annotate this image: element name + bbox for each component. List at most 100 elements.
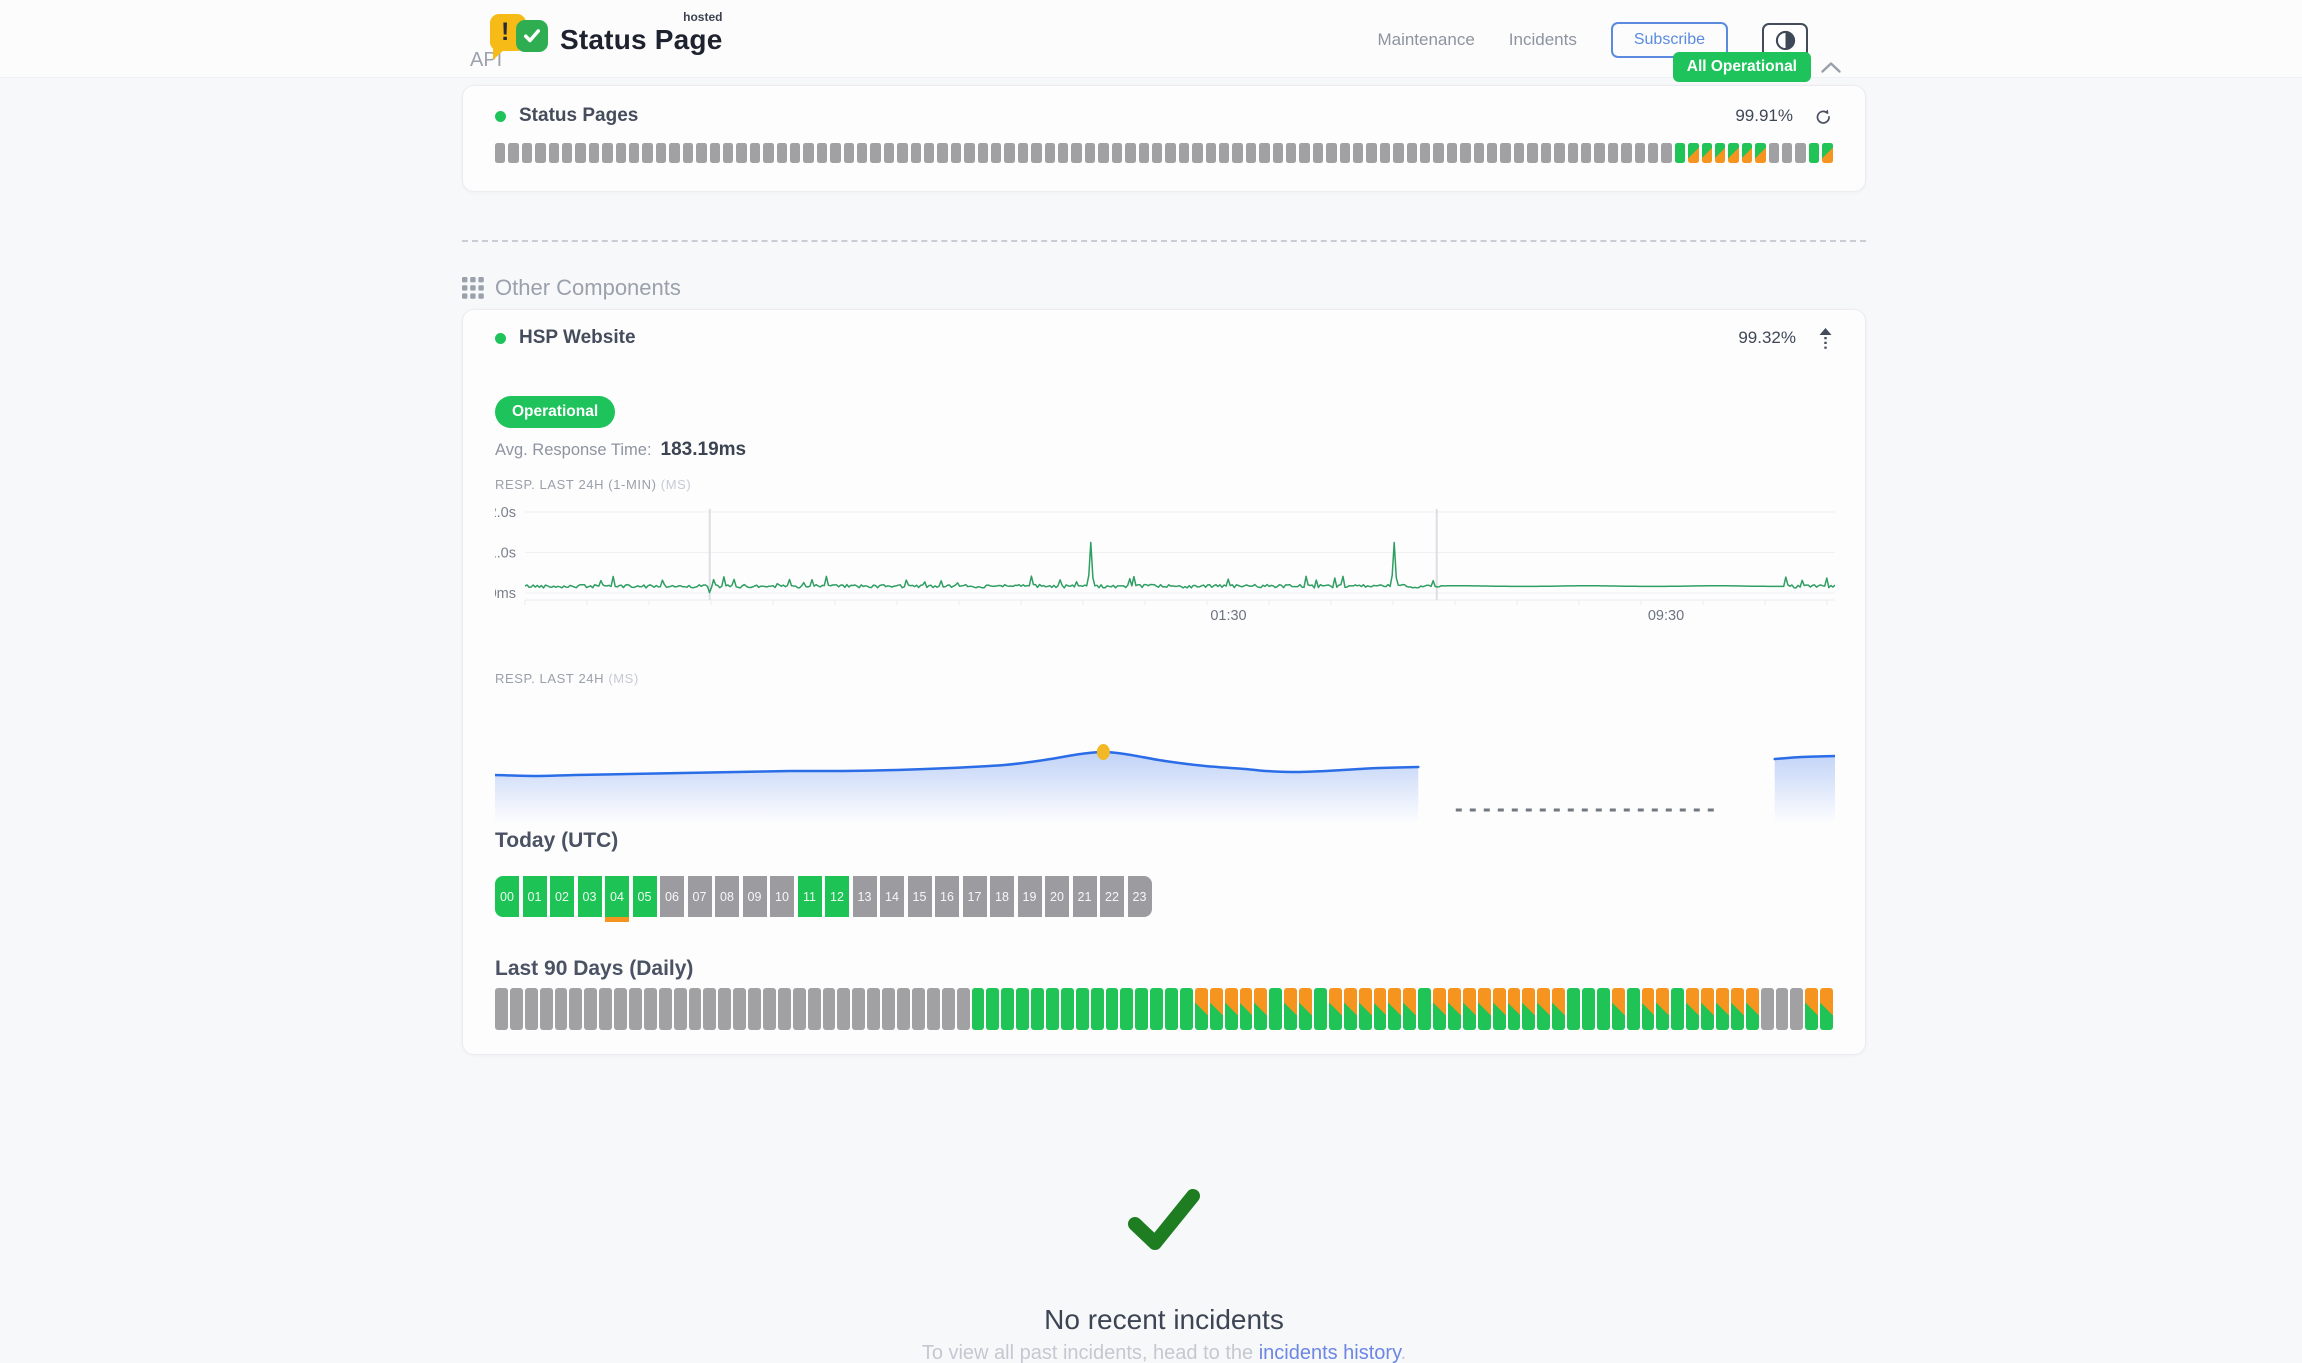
uptime-bar-nodata[interactable] bbox=[957, 988, 970, 1030]
uptime-bar-degraded[interactable] bbox=[1374, 988, 1387, 1030]
uptime-bar-nodata[interactable] bbox=[857, 143, 867, 163]
uptime-bar-nodata[interactable] bbox=[555, 988, 568, 1030]
uptime-bar-nodata[interactable] bbox=[616, 143, 626, 163]
nav-incidents[interactable]: Incidents bbox=[1509, 30, 1577, 50]
uptime-bar-nodata[interactable] bbox=[748, 988, 761, 1030]
uptime-bar-operational[interactable] bbox=[1418, 988, 1431, 1030]
uptime-bar-degraded[interactable] bbox=[1522, 988, 1535, 1030]
uptime-bar-nodata[interactable] bbox=[659, 988, 672, 1030]
uptime-bar-degraded[interactable] bbox=[1299, 988, 1312, 1030]
uptime-bar-nodata[interactable] bbox=[870, 143, 880, 163]
uptime-bar-nodata[interactable] bbox=[852, 988, 865, 1030]
hour-cell-03[interactable]: 03 bbox=[578, 876, 602, 917]
hour-cell-09[interactable]: 09 bbox=[743, 876, 767, 917]
uptime-bar-degraded[interactable] bbox=[1688, 143, 1698, 163]
uptime-bar-nodata[interactable] bbox=[1474, 143, 1484, 163]
uptime-bar-nodata[interactable] bbox=[1514, 143, 1524, 163]
hour-cell-22[interactable]: 22 bbox=[1100, 876, 1124, 917]
uptime-bar-nodata[interactable] bbox=[1353, 143, 1363, 163]
uptime-bar-nodata[interactable] bbox=[778, 988, 791, 1030]
uptime-bar-nodata[interactable] bbox=[1206, 143, 1216, 163]
uptime-bar-nodata[interactable] bbox=[495, 143, 505, 163]
uptime-bar-nodata[interactable] bbox=[1407, 143, 1417, 163]
uptime-bar-nodata[interactable] bbox=[540, 988, 553, 1030]
uptime-bar-nodata[interactable] bbox=[562, 143, 572, 163]
uptime-bar-nodata[interactable] bbox=[837, 988, 850, 1030]
hour-cell-08[interactable]: 08 bbox=[715, 876, 739, 917]
uptime-bar-nodata[interactable] bbox=[522, 143, 532, 163]
uptime-bar-nodata[interactable] bbox=[535, 143, 545, 163]
uptime-bar-nodata[interactable] bbox=[964, 143, 974, 163]
uptime-bar-nodata[interactable] bbox=[1018, 143, 1028, 163]
uptime-bar-nodata[interactable] bbox=[991, 143, 1001, 163]
uptime-bar-nodata[interactable] bbox=[1527, 143, 1537, 163]
uptime-bar-nodata[interactable] bbox=[614, 988, 627, 1030]
uptime-bar-nodata[interactable] bbox=[1192, 143, 1202, 163]
uptime-bar-degraded[interactable] bbox=[1656, 988, 1669, 1030]
uptime-bar-nodata[interactable] bbox=[763, 143, 773, 163]
uptime-bar-nodata[interactable] bbox=[629, 143, 639, 163]
uptime-bar-nodata[interactable] bbox=[1232, 143, 1242, 163]
uptime-bar-degraded[interactable] bbox=[1746, 988, 1759, 1030]
uptime-bar-nodata[interactable] bbox=[763, 988, 776, 1030]
uptime-bar-nodata[interactable] bbox=[549, 143, 559, 163]
uptime-bar-operational[interactable] bbox=[1597, 988, 1610, 1030]
uptime-bar-nodata[interactable] bbox=[599, 988, 612, 1030]
uptime-bar-nodata[interactable] bbox=[1259, 143, 1269, 163]
uptime-bar-operational[interactable] bbox=[1046, 988, 1059, 1030]
uptime-bar-nodata[interactable] bbox=[1795, 143, 1805, 163]
uptime-bar-nodata[interactable] bbox=[733, 988, 746, 1030]
hour-cell-14[interactable]: 14 bbox=[880, 876, 904, 917]
uptime-bar-degraded[interactable] bbox=[1344, 988, 1357, 1030]
uptime-bar-nodata[interactable] bbox=[1045, 143, 1055, 163]
uptime-bar-operational[interactable] bbox=[1091, 988, 1104, 1030]
uptime-bar-nodata[interactable] bbox=[777, 143, 787, 163]
uptime-bar-nodata[interactable] bbox=[495, 988, 508, 1030]
uptime-bar-nodata[interactable] bbox=[1139, 143, 1149, 163]
uptime-bar-nodata[interactable] bbox=[656, 143, 666, 163]
uptime-bar-nodata[interactable] bbox=[1790, 988, 1803, 1030]
uptime-bar-operational[interactable] bbox=[1031, 988, 1044, 1030]
uptime-bar-nodata[interactable] bbox=[830, 143, 840, 163]
uptime-bar-degraded[interactable] bbox=[1742, 143, 1752, 163]
uptime-bar-nodata[interactable] bbox=[1581, 143, 1591, 163]
uptime-bar-nodata[interactable] bbox=[1554, 143, 1564, 163]
uptime-bar-nodata[interactable] bbox=[1152, 143, 1162, 163]
uptime-bar-nodata[interactable] bbox=[1447, 143, 1457, 163]
uptime-bar-degraded[interactable] bbox=[1478, 988, 1491, 1030]
nav-maintenance[interactable]: Maintenance bbox=[1377, 30, 1474, 50]
uptime-bar-nodata[interactable] bbox=[525, 988, 538, 1030]
uptime-bar-nodata[interactable] bbox=[1219, 143, 1229, 163]
uptime-bar-operational[interactable] bbox=[1269, 988, 1282, 1030]
uptime-bar-nodata[interactable] bbox=[510, 988, 523, 1030]
uptime-bar-degraded[interactable] bbox=[1642, 988, 1655, 1030]
uptime-bar-operational[interactable] bbox=[1165, 988, 1178, 1030]
uptime-bar-nodata[interactable] bbox=[1594, 143, 1604, 163]
uptime-bar-degraded[interactable] bbox=[1716, 988, 1729, 1030]
hour-cell-07[interactable]: 07 bbox=[688, 876, 712, 917]
uptime-bar-nodata[interactable] bbox=[669, 143, 679, 163]
hour-cell-06[interactable]: 06 bbox=[660, 876, 684, 917]
hour-cell-02[interactable]: 02 bbox=[550, 876, 574, 917]
hour-cell-00[interactable]: 00 bbox=[495, 876, 519, 917]
uptime-bar-nodata[interactable] bbox=[1125, 143, 1135, 163]
uptime-bar-nodata[interactable] bbox=[1299, 143, 1309, 163]
hour-cell-10[interactable]: 10 bbox=[770, 876, 794, 917]
uptime-bar-nodata[interactable] bbox=[602, 143, 612, 163]
uptime-bar-nodata[interactable] bbox=[1313, 143, 1323, 163]
uptime-bar-operational[interactable] bbox=[1314, 988, 1327, 1030]
uptime-bar-degraded[interactable] bbox=[1195, 988, 1208, 1030]
uptime-bar-operational[interactable] bbox=[1809, 143, 1819, 163]
uptime-bar-nodata[interactable] bbox=[884, 143, 894, 163]
uptime-bar-operational[interactable] bbox=[986, 988, 999, 1030]
uptime-bar-degraded[interactable] bbox=[1359, 988, 1372, 1030]
uptime-bar-degraded[interactable] bbox=[1552, 988, 1565, 1030]
uptime-bar-nodata[interactable] bbox=[1085, 143, 1095, 163]
uptime-bar-nodata[interactable] bbox=[1487, 143, 1497, 163]
uptime-bar-nodata[interactable] bbox=[644, 988, 657, 1030]
uptime-bar-nodata[interactable] bbox=[1635, 143, 1645, 163]
uptime-bar-nodata[interactable] bbox=[951, 143, 961, 163]
uptime-bar-nodata[interactable] bbox=[508, 143, 518, 163]
uptime-bar-nodata[interactable] bbox=[723, 143, 733, 163]
uptime-bar-nodata[interactable] bbox=[924, 143, 934, 163]
